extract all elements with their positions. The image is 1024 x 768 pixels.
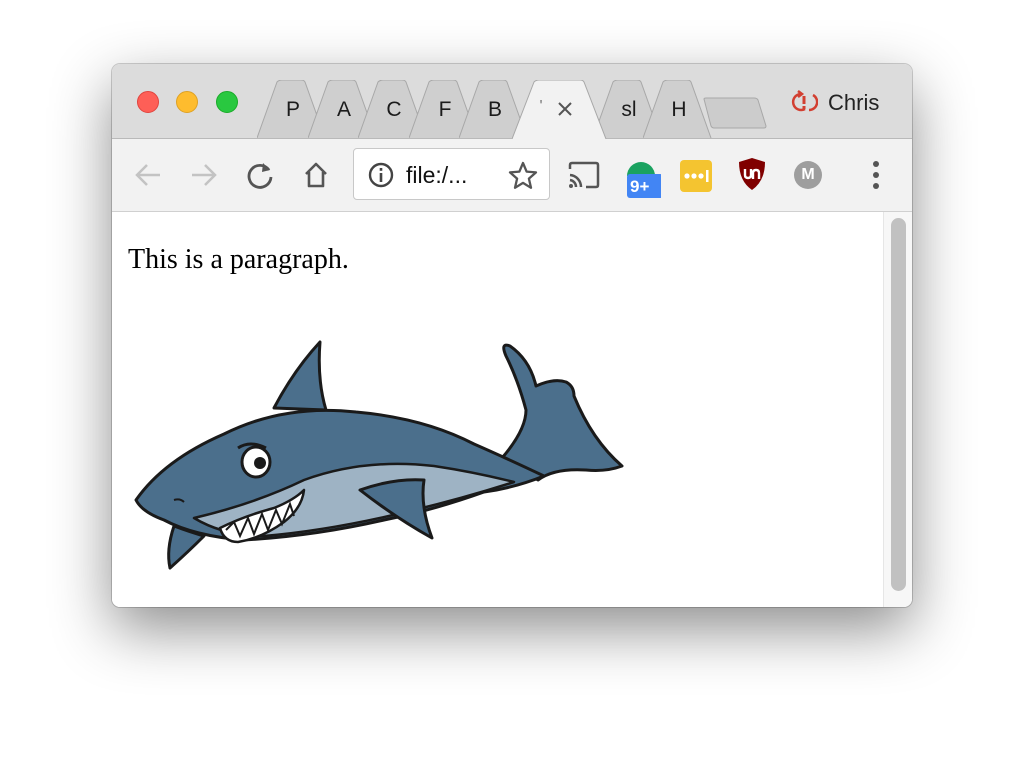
page-content: This is a paragraph. [112, 212, 883, 607]
sync-error-icon [791, 90, 818, 112]
home-icon[interactable] [302, 161, 330, 189]
tab-label: ' [539, 98, 543, 115]
reload-icon[interactable] [246, 161, 274, 189]
account-avatar[interactable]: M [794, 161, 822, 189]
vertical-scrollbar[interactable] [883, 212, 912, 607]
paragraph: This is a paragraph. [128, 244, 349, 275]
info-icon[interactable] [368, 162, 394, 188]
browser-window: P A C F B sl H ' Chris file:/... 9+ M Th… [112, 64, 912, 607]
profile-name: Chris [828, 90, 880, 115]
calendar-extension[interactable]: 9+ [625, 158, 663, 198]
tab-label: H [671, 98, 687, 121]
tab-strip: P A C F B sl H ' Chris [112, 64, 912, 139]
address-bar[interactable]: file:/... [353, 148, 550, 200]
toolbar: file:/... 9+ M [112, 139, 912, 212]
extension-badge: 9+ [630, 177, 650, 196]
bookmark-star-icon[interactable] [508, 161, 538, 189]
scrollbar-thumb[interactable] [891, 218, 906, 591]
close-tab-icon[interactable] [556, 100, 574, 118]
avatar-letter: M [801, 166, 815, 183]
tab-5[interactable]: B [459, 80, 528, 138]
tab-active[interactable]: ' [512, 80, 608, 139]
ublock-origin-icon[interactable] [738, 157, 766, 191]
forward-icon[interactable] [190, 161, 218, 189]
back-icon[interactable] [134, 161, 162, 189]
menu-kebab-icon[interactable] [869, 160, 883, 190]
cast-icon[interactable] [567, 161, 601, 189]
address-text: file:/... [406, 162, 468, 188]
lastpass-icon[interactable] [680, 160, 712, 192]
tab-8[interactable]: H [643, 80, 712, 138]
shark-image [134, 340, 624, 570]
new-tab-button[interactable] [702, 97, 768, 129]
